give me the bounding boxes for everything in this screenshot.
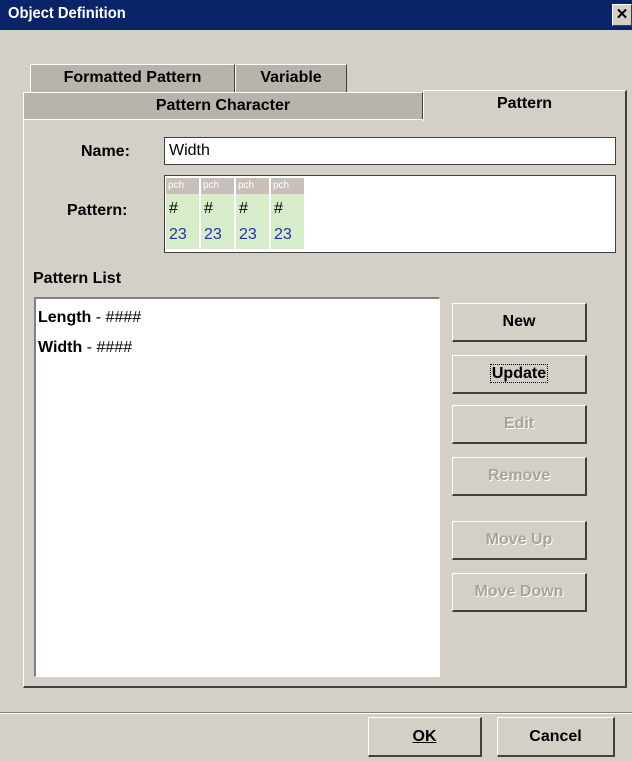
name-label: Name: [81, 143, 130, 160]
list-item-name: Length [38, 309, 92, 326]
cancel-button-label: Cancel [529, 728, 582, 745]
pattern-cell-header: pch [271, 178, 304, 194]
remove-button[interactable]: Remove [452, 457, 587, 496]
pattern-cell-code: 23 [204, 226, 222, 243]
name-value: Width [169, 142, 210, 159]
move-up-button[interactable]: Move Up [452, 521, 587, 560]
list-item[interactable]: Length - #### [38, 309, 141, 327]
tab-label: Pattern Character [155, 97, 291, 114]
pattern-cell-char: # [204, 200, 213, 217]
cancel-button[interactable]: Cancel [497, 717, 615, 757]
pattern-list[interactable]: Length - #### Width - #### [34, 297, 440, 677]
update-button[interactable]: Update [452, 355, 587, 394]
list-item-pattern: - #### [82, 339, 133, 356]
tab-pattern-character[interactable]: Pattern Character [23, 92, 423, 120]
remove-button-label: Remove [487, 467, 551, 484]
pattern-cell[interactable]: pch # 23 [201, 178, 234, 249]
update-button-label: Update [489, 364, 549, 383]
list-item-name: Width [38, 339, 83, 356]
pattern-cell[interactable]: pch # 23 [236, 178, 269, 249]
pattern-cell-header: pch [166, 178, 199, 194]
list-item-pattern: - #### [91, 309, 142, 326]
new-button[interactable]: New [452, 303, 587, 342]
pattern-cell[interactable]: pch # 23 [166, 178, 199, 249]
pattern-cell-char: # [169, 200, 178, 217]
ok-button-label: OK [412, 728, 437, 745]
move-down-button[interactable]: Move Down [452, 573, 587, 612]
tab-variable[interactable]: Variable [235, 64, 347, 92]
close-button[interactable]: ✕ [612, 4, 632, 26]
list-item[interactable]: Width - #### [38, 339, 132, 357]
ok-button[interactable]: OK [368, 717, 482, 757]
edit-button-label: Edit [503, 415, 535, 432]
window-title: Object Definition [8, 5, 126, 22]
pattern-cell-header: pch [201, 178, 234, 194]
move-up-button-label: Move Up [485, 531, 553, 548]
pattern-cell-code: 23 [239, 226, 257, 243]
tab-label: Variable [260, 69, 322, 86]
tab-label: Formatted Pattern [63, 69, 202, 86]
pattern-cell-char: # [239, 200, 248, 217]
pattern-cell-header: pch [236, 178, 269, 194]
pattern-cell-char: # [274, 200, 283, 217]
move-down-button-label: Move Down [474, 583, 564, 600]
pattern-list-label: Pattern List [33, 270, 122, 287]
pattern-label: Pattern: [67, 202, 128, 219]
new-button-label: New [502, 313, 536, 330]
name-input[interactable]: Width [164, 137, 616, 165]
edit-button[interactable]: Edit [452, 405, 587, 444]
footer-divider [0, 712, 632, 714]
tab-pattern[interactable]: Pattern [423, 90, 627, 121]
title-bar: Object Definition ✕ [0, 0, 632, 30]
close-icon: ✕ [615, 6, 629, 23]
tab-formatted-pattern[interactable]: Formatted Pattern [30, 64, 235, 92]
pattern-cell[interactable]: pch # 23 [271, 178, 304, 249]
pattern-cell-code: 23 [274, 226, 292, 243]
tab-label: Pattern [496, 95, 553, 112]
pattern-cell-code: 23 [169, 226, 187, 243]
